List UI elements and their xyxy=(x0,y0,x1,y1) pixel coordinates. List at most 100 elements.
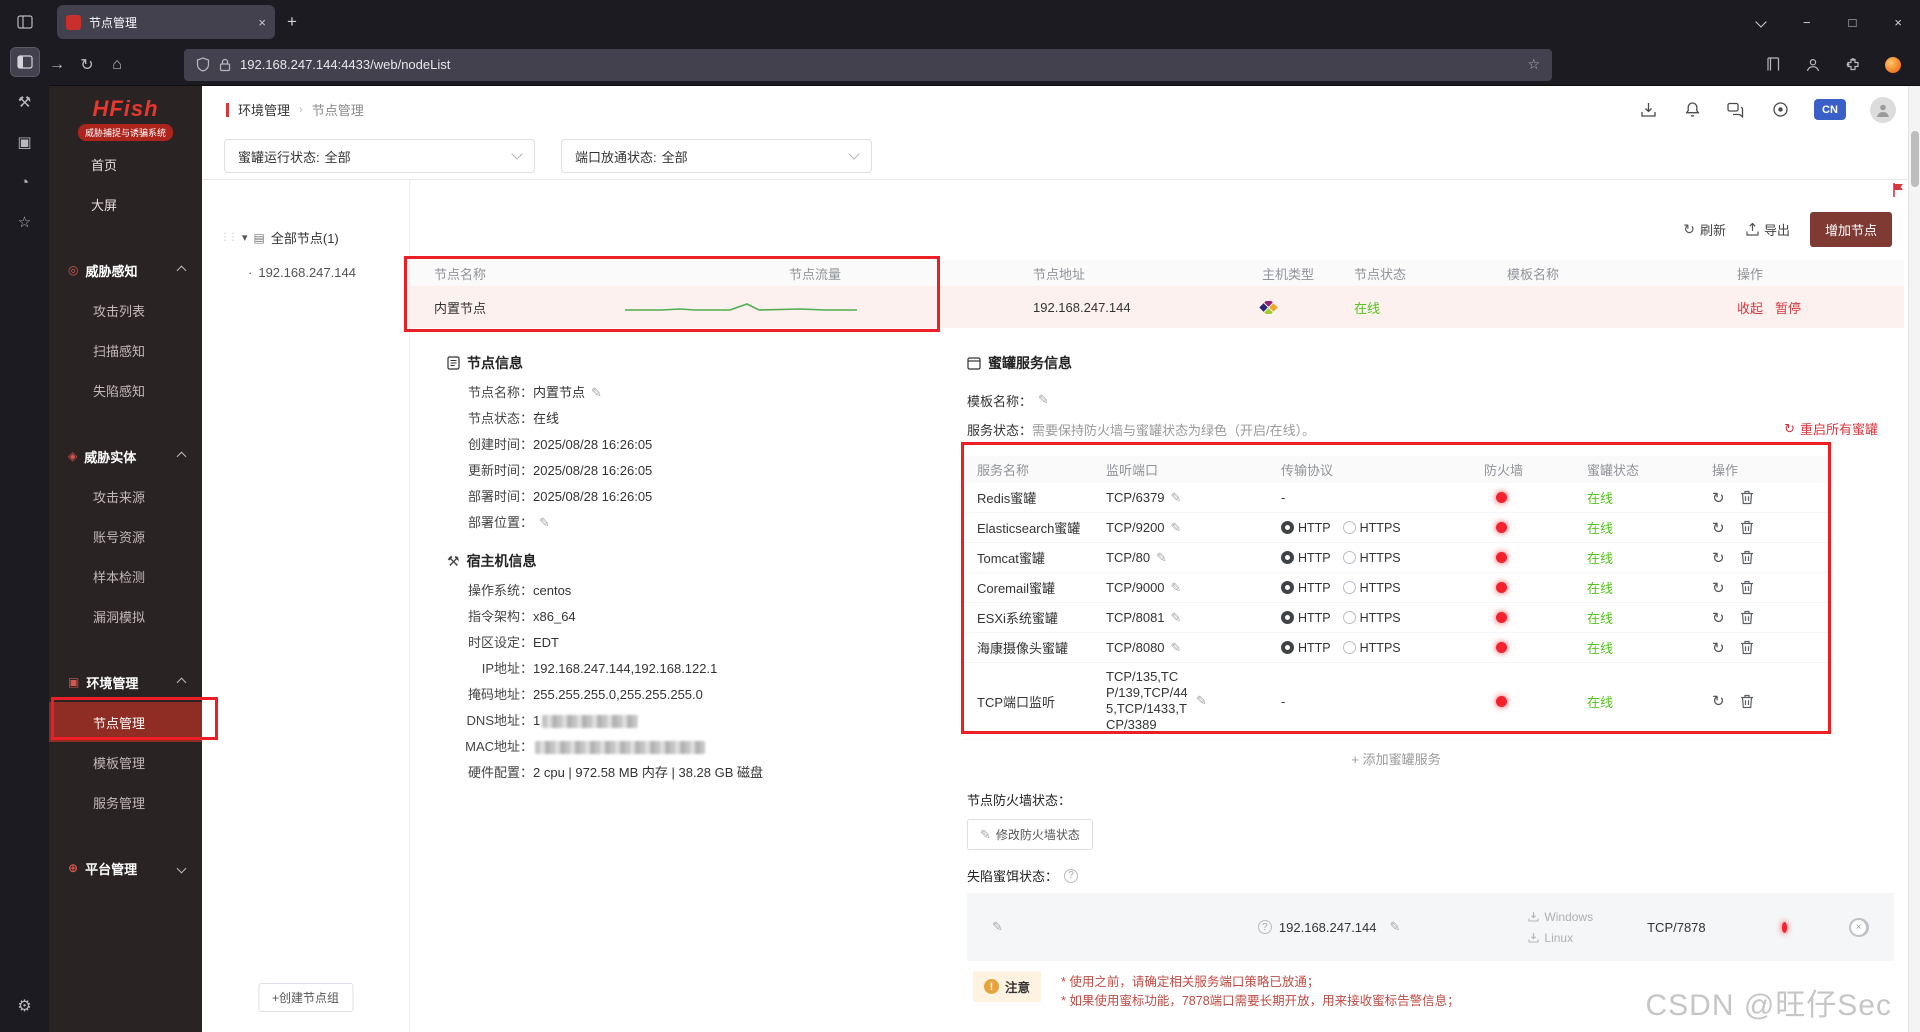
sidebar-item-模板管理[interactable]: 模板管理 xyxy=(49,742,202,782)
honeypot-status-select[interactable]: 蜜罐运行状态: 全部 xyxy=(224,139,535,173)
sidebar-item-失陷感知[interactable]: 失陷感知 xyxy=(49,370,202,410)
library-icon[interactable] xyxy=(1764,56,1782,74)
delete-service-icon[interactable] xyxy=(1740,490,1754,505)
delete-service-icon[interactable] xyxy=(1740,610,1754,625)
edit-port-icon[interactable]: ✎ xyxy=(1171,640,1182,656)
restart-service-icon[interactable]: ↻ xyxy=(1712,489,1725,507)
sidebar-item-攻击列表[interactable]: 攻击列表 xyxy=(49,290,202,330)
radio-https[interactable] xyxy=(1342,521,1356,534)
lock-icon[interactable] xyxy=(219,58,231,72)
edit-port-icon[interactable]: ✎ xyxy=(1171,520,1182,536)
question-circle-icon[interactable]: ? xyxy=(1257,920,1272,934)
sidebar-item-节点管理[interactable]: 节点管理 xyxy=(49,702,202,742)
browser-tab[interactable]: 节点管理 × xyxy=(57,5,275,39)
shield-icon[interactable] xyxy=(196,57,210,72)
extension-orange-icon[interactable] xyxy=(1884,56,1902,74)
radio-http[interactable] xyxy=(1281,641,1294,654)
radio-http[interactable] xyxy=(1281,611,1294,624)
reload-button[interactable]: ↻ xyxy=(72,51,102,79)
add-node-button[interactable]: 增加节点 xyxy=(1809,211,1892,247)
delete-service-icon[interactable] xyxy=(1740,550,1754,565)
messages-icon[interactable] xyxy=(1726,100,1746,120)
port-status-select[interactable]: 端口放通状态: 全部 xyxy=(561,139,872,173)
bookmark-star-icon[interactable]: ☆ xyxy=(1527,56,1540,73)
sidebar-item-账号资源[interactable]: 账号资源 xyxy=(49,516,202,556)
sidebar-item-服务管理[interactable]: 服务管理 xyxy=(49,782,202,822)
download-windows-link[interactable]: Windows xyxy=(1528,910,1593,924)
sidebar-group-威胁实体[interactable]: ◈ 威胁实体 xyxy=(49,436,202,476)
tree-node[interactable]: · 192.168.247.144 xyxy=(248,265,399,280)
settings-gear-icon[interactable]: ⚙ xyxy=(11,992,39,1020)
box-icon[interactable]: ▣ xyxy=(11,128,39,156)
restart-service-icon[interactable]: ↻ xyxy=(1712,639,1725,657)
tree-root[interactable]: ⋮⋮ ▾ ▤ 全部节点(1) xyxy=(220,228,399,247)
scrollbar-thumb[interactable] xyxy=(1911,131,1919,187)
download-linux-link[interactable]: Linux xyxy=(1528,931,1593,945)
tools-icon[interactable]: ⚒ xyxy=(11,88,39,116)
restart-all-link[interactable]: ↻ 重启所有蜜罐 xyxy=(1784,419,1878,438)
minimize-button[interactable]: − xyxy=(1803,15,1811,30)
sidebar-group-威胁感知[interactable]: ◎ 威胁感知 xyxy=(49,250,202,290)
edit-port-icon[interactable]: ✎ xyxy=(1171,580,1182,596)
drag-handle-icon[interactable]: ⋮⋮ xyxy=(220,232,238,243)
radio-http[interactable] xyxy=(1281,581,1294,594)
modify-firewall-button[interactable]: ✎ 修改防火墙状态 xyxy=(967,819,1093,850)
refresh-button[interactable]: ↻ 刷新 xyxy=(1683,220,1726,239)
question-circle-icon[interactable]: ? xyxy=(1064,868,1079,883)
language-badge[interactable]: CN xyxy=(1814,99,1846,120)
new-tab-button[interactable]: + xyxy=(287,12,297,32)
edit-port-icon[interactable]: ✎ xyxy=(1156,550,1167,566)
list-tabs-icon[interactable] xyxy=(1755,16,1767,28)
caret-down-icon[interactable]: ▾ xyxy=(242,231,248,244)
delete-service-icon[interactable] xyxy=(1740,640,1754,655)
restart-service-icon[interactable]: ↻ xyxy=(1712,579,1725,597)
sidebar-item-样本检测[interactable]: 样本检测 xyxy=(49,556,202,596)
delete-service-icon[interactable] xyxy=(1740,580,1754,595)
radio-https[interactable] xyxy=(1342,611,1356,624)
sidebar-item-首页[interactable]: 首页 xyxy=(49,144,202,184)
edit-port-icon[interactable]: ✎ xyxy=(1196,693,1207,709)
collapse-link[interactable]: 收起 xyxy=(1737,298,1763,317)
edit-port-icon[interactable]: ✎ xyxy=(1171,490,1182,506)
sidebar-item-漏洞模拟[interactable]: 漏洞模拟 xyxy=(49,596,202,636)
bait-toggle[interactable]: × xyxy=(1849,917,1869,937)
sidebar-item-扫描感知[interactable]: 扫描感知 xyxy=(49,330,202,370)
tab-close-icon[interactable]: × xyxy=(258,15,266,30)
radio-https[interactable] xyxy=(1342,551,1356,564)
create-node-group-button[interactable]: +创建节点组 xyxy=(257,983,354,1012)
maximize-button[interactable]: □ xyxy=(1849,15,1857,30)
extensions-icon[interactable] xyxy=(1844,56,1862,74)
radio-https[interactable] xyxy=(1342,581,1356,594)
manual-download-icon[interactable] xyxy=(1638,100,1658,120)
restart-service-icon[interactable]: ↻ xyxy=(1712,549,1725,567)
sidebar-group-环境管理[interactable]: ▣ 环境管理 xyxy=(49,662,202,702)
edit-icon[interactable]: ✎ xyxy=(591,385,602,400)
edit-bait-icon[interactable]: ✎ xyxy=(992,919,1003,935)
node-table-row[interactable]: 内置节点 192.168.247.144 在线 收起 暂停 xyxy=(410,286,1904,328)
export-button[interactable]: 导出 xyxy=(1746,220,1790,239)
account-icon[interactable] xyxy=(1804,56,1822,74)
radio-http[interactable] xyxy=(1281,521,1294,534)
edit-template-icon[interactable]: ✎ xyxy=(1038,392,1049,408)
restart-service-icon[interactable]: ↻ xyxy=(1712,692,1725,710)
edit-port-icon[interactable]: ✎ xyxy=(1171,610,1182,626)
radio-https[interactable] xyxy=(1342,641,1356,654)
sidebar-item-攻击来源[interactable]: 攻击来源 xyxy=(49,476,202,516)
avatar[interactable] xyxy=(1870,96,1896,123)
delete-service-icon[interactable] xyxy=(1740,694,1754,709)
edit-icon[interactable]: ✎ xyxy=(539,515,550,530)
url-bar[interactable]: 192.168.247.144:4433/web/nodeList ☆ xyxy=(184,48,1552,81)
sidebar-group-平台管理[interactable]: ⊕ 平台管理 xyxy=(49,848,202,888)
delete-service-icon[interactable] xyxy=(1740,520,1754,535)
home-button[interactable]: ⌂ xyxy=(102,51,132,79)
sidebar-item-大屏[interactable]: 大屏 xyxy=(49,184,202,224)
bookmarks-icon[interactable]: ☆ xyxy=(11,208,39,236)
close-window-button[interactable]: × xyxy=(1894,15,1902,30)
add-service-link[interactable]: + 添加蜜罐服务 xyxy=(962,740,1830,777)
sidebar-toggle-icon[interactable] xyxy=(9,47,40,77)
restart-service-icon[interactable]: ↻ xyxy=(1712,519,1725,537)
breadcrumb-parent[interactable]: 环境管理 xyxy=(238,100,290,119)
bell-icon[interactable] xyxy=(1682,100,1702,120)
record-target-icon[interactable] xyxy=(1770,100,1790,120)
scrollbar[interactable] xyxy=(1908,86,1920,1032)
